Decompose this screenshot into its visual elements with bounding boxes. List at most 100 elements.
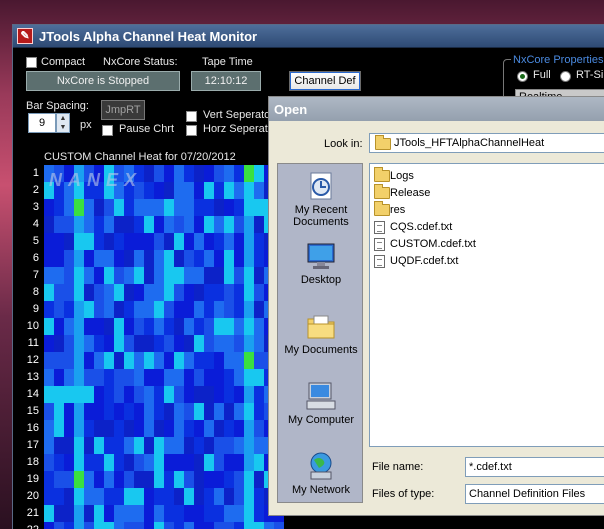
heat-cell	[114, 267, 124, 284]
heat-cell	[114, 437, 124, 454]
bar-spacing-input[interactable]: 9	[28, 113, 56, 133]
stepper-up-icon[interactable]: ▲	[57, 114, 69, 123]
list-item[interactable]: CUSTOM.cdef.txt	[374, 237, 476, 253]
dialog-titlebar[interactable]: Open	[269, 97, 604, 121]
heat-cell	[74, 199, 84, 216]
pause-chart-checkbox[interactable]	[102, 125, 113, 136]
heat-cell	[84, 301, 94, 318]
heat-cell	[134, 250, 144, 267]
heat-cell	[174, 267, 184, 284]
heat-cell	[224, 233, 234, 250]
heat-cell	[164, 437, 174, 454]
heat-cell	[114, 369, 124, 386]
heat-cell	[194, 335, 204, 352]
heat-cell	[104, 369, 114, 386]
heat-cell	[44, 369, 54, 386]
heat-cell	[204, 250, 214, 267]
heat-cell	[204, 165, 214, 182]
place-my-documents[interactable]: My Documents	[278, 310, 364, 356]
heat-cell	[194, 386, 204, 403]
horz-separator-checkbox[interactable]	[186, 125, 197, 136]
row-number: 11	[27, 337, 39, 349]
place-my-computer[interactable]: My Computer	[278, 380, 364, 426]
heat-cell	[104, 318, 114, 335]
heat-cell	[54, 454, 64, 471]
bar-spacing-stepper[interactable]: ▲ ▼	[56, 113, 70, 133]
list-item[interactable]: Release	[374, 184, 430, 202]
app-titlebar[interactable]: ✎ JTools Alpha Channel Heat Monitor	[13, 25, 604, 48]
heat-cell	[234, 318, 244, 335]
heat-cell	[154, 335, 164, 352]
heat-cell	[64, 335, 74, 352]
place-recent-documents[interactable]: My Recent Documents	[278, 170, 364, 228]
heat-cell	[214, 454, 224, 471]
heat-cell	[244, 488, 254, 505]
heat-cell	[244, 199, 254, 216]
heat-cell	[214, 522, 224, 529]
heat-cell	[64, 301, 74, 318]
heat-cell	[124, 233, 134, 250]
vert-separator-checkbox[interactable]	[186, 111, 197, 122]
heat-cell	[94, 488, 104, 505]
heat-cell	[154, 165, 164, 182]
heat-cell	[204, 454, 214, 471]
file-name-input[interactable]: *.cdef.txt	[465, 457, 604, 477]
heat-cell	[194, 454, 204, 471]
heat-cell	[154, 505, 164, 522]
look-in-select[interactable]: JTools_HFTAlphaChannelHeat	[369, 133, 604, 153]
channel-def-button[interactable]: Channel Def	[289, 71, 361, 91]
heat-cell	[144, 420, 154, 437]
list-item[interactable]: UQDF.cdef.txt	[374, 254, 458, 270]
place-my-network[interactable]: My Network	[278, 450, 364, 496]
heat-cell	[204, 352, 214, 369]
heat-cell	[224, 335, 234, 352]
heat-cell	[254, 505, 264, 522]
place-desktop[interactable]: Desktop	[278, 240, 364, 286]
heat-cell	[254, 318, 264, 335]
place-label: My Recent Documents	[293, 204, 349, 228]
heat-cell	[84, 369, 94, 386]
heat-cell	[144, 216, 154, 233]
heat-cell	[214, 352, 224, 369]
full-radio[interactable]	[517, 71, 528, 82]
heat-cell	[84, 420, 94, 437]
heat-cell	[214, 182, 224, 199]
stepper-down-icon[interactable]: ▼	[57, 123, 69, 132]
list-item[interactable]: CQS.cdef.txt	[374, 220, 452, 236]
files-of-type-select[interactable]: Channel Definition Files	[465, 484, 604, 504]
tape-time-label: Tape Time	[202, 56, 253, 68]
jmprt-button[interactable]: JmpRT	[101, 100, 145, 120]
heat-cell	[144, 182, 154, 199]
heat-cell	[134, 488, 144, 505]
compact-label: Compact	[41, 56, 86, 68]
heat-cell	[74, 403, 84, 420]
folder-icon	[374, 201, 390, 216]
heat-cell	[204, 488, 214, 505]
list-item[interactable]: Logs	[374, 167, 414, 185]
rt-sim-radio[interactable]	[560, 71, 571, 82]
heat-cell	[204, 369, 214, 386]
compact-checkbox[interactable]	[26, 57, 37, 68]
row-number: 8	[32, 286, 39, 298]
heat-cell	[194, 505, 204, 522]
rt-sim-radio-label: RT-Sin	[576, 69, 604, 81]
heat-cell	[94, 403, 104, 420]
heat-cell	[124, 403, 134, 420]
heat-cell	[54, 386, 64, 403]
heat-cell	[154, 199, 164, 216]
heat-cell	[264, 522, 274, 529]
heat-cell	[94, 301, 104, 318]
heat-cell	[64, 284, 74, 301]
heat-cell	[194, 199, 204, 216]
heat-cell	[104, 267, 114, 284]
heat-cell	[104, 352, 114, 369]
heat-cell	[214, 488, 224, 505]
heat-cell	[184, 420, 194, 437]
full-radio-label: Full	[533, 69, 551, 81]
row-number: 22	[13, 524, 39, 529]
heat-cell	[54, 199, 64, 216]
heat-cell	[184, 437, 194, 454]
heat-cell	[174, 335, 184, 352]
heat-cell	[44, 250, 54, 267]
list-item[interactable]: res	[374, 201, 405, 219]
